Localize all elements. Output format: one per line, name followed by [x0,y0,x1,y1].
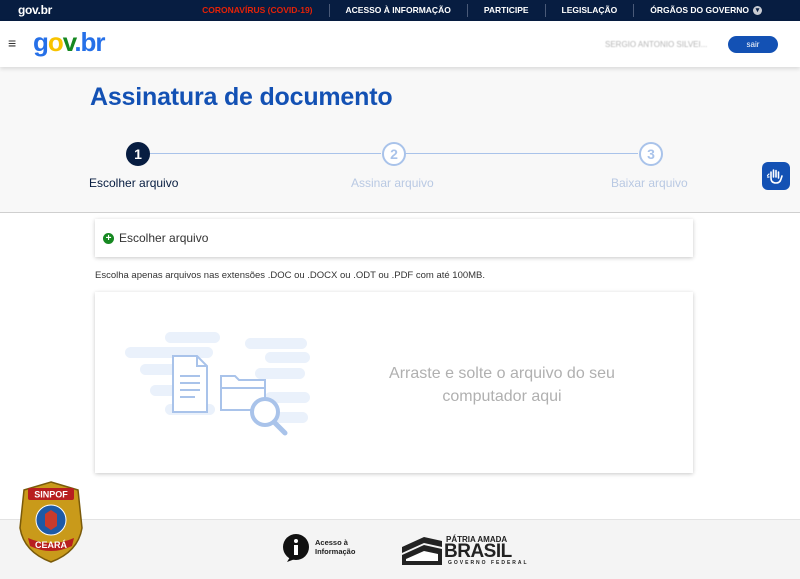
link-acesso-informacao[interactable]: ACESSO À INFORMAÇÃO [328,4,467,17]
sign-language-icon [766,169,783,184]
step-connector-1 [149,153,381,154]
brasil-flag-mark-icon [402,537,442,565]
file-extension-hint: Escolha apenas arquivos nas extensões .D… [95,270,486,281]
chevron-down-icon: ▾ [753,6,762,16]
acesso-informacao-link[interactable]: Acesso à Informação [315,538,355,556]
step-2-circle: 2 [382,142,406,166]
link-orgaos-label: ÓRGÃOS DO GOVERNO [650,5,749,15]
govbr-logo[interactable]: gov.br [33,27,106,58]
sinpof-badge-icon: SINPOF CEARÁ [19,481,83,563]
choose-file-label: Escolher arquivo [119,231,209,245]
step-2-label: Assinar arquivo [351,176,434,190]
footer [0,519,800,579]
info-label-line-2: Informação [315,547,356,556]
top-links: CORONAVÍRUS (COVID-19) ACESSO À INFORMAÇ… [186,0,778,21]
logo-g: g [33,27,49,57]
file-dropzone[interactable]: Arraste e solte o arquivo do seu computa… [95,292,693,473]
vlibras-button[interactable] [762,162,790,190]
link-orgaos-governo[interactable]: ÓRGÃOS DO GOVERNO ▾ [633,4,778,17]
svg-text:CEARÁ: CEARÁ [35,540,68,550]
header: ≡ gov.br SERGIO ANTONIO SILVEI... sair [0,21,800,67]
menu-icon[interactable]: ≡ [8,36,16,50]
step-3-label: Baixar arquivo [611,176,688,190]
logout-button[interactable]: sair [728,36,778,53]
page-title: Assinatura de documento [90,83,393,111]
info-icon[interactable] [281,533,311,563]
svg-text:SINPOF: SINPOF [34,490,68,500]
link-participe[interactable]: PARTICIPE [466,4,545,17]
dropzone-text: Arraste e solte o arquivo do seu computa… [389,365,615,405]
step-3-circle: 3 [639,142,663,166]
file-upload-illustration-icon [125,332,310,436]
top-bar: gov.br CORONAVÍRUS (COVID-19) ACESSO À I… [0,0,800,21]
step-1-label: Escolher arquivo [89,176,179,190]
step-1-circle: 1 [126,142,150,166]
govbr-brand[interactable]: gov.br [18,3,52,17]
logo-br: br [80,27,106,57]
governo-federal-text: GOVERNO FEDERAL [448,560,529,566]
logo-o: o [47,27,64,57]
info-label-line-1: Acesso à [315,538,348,547]
link-coronavirus[interactable]: CORONAVÍRUS (COVID-19) [186,4,328,17]
choose-file-card[interactable]: + Escolher arquivo [95,219,693,257]
link-legislacao[interactable]: LEGISLAÇÃO [544,4,634,17]
step-connector-2 [405,153,638,154]
plus-circle-icon: + [103,233,114,244]
user-name[interactable]: SERGIO ANTONIO SILVEI... [605,40,707,49]
logo-v: v [62,27,75,57]
